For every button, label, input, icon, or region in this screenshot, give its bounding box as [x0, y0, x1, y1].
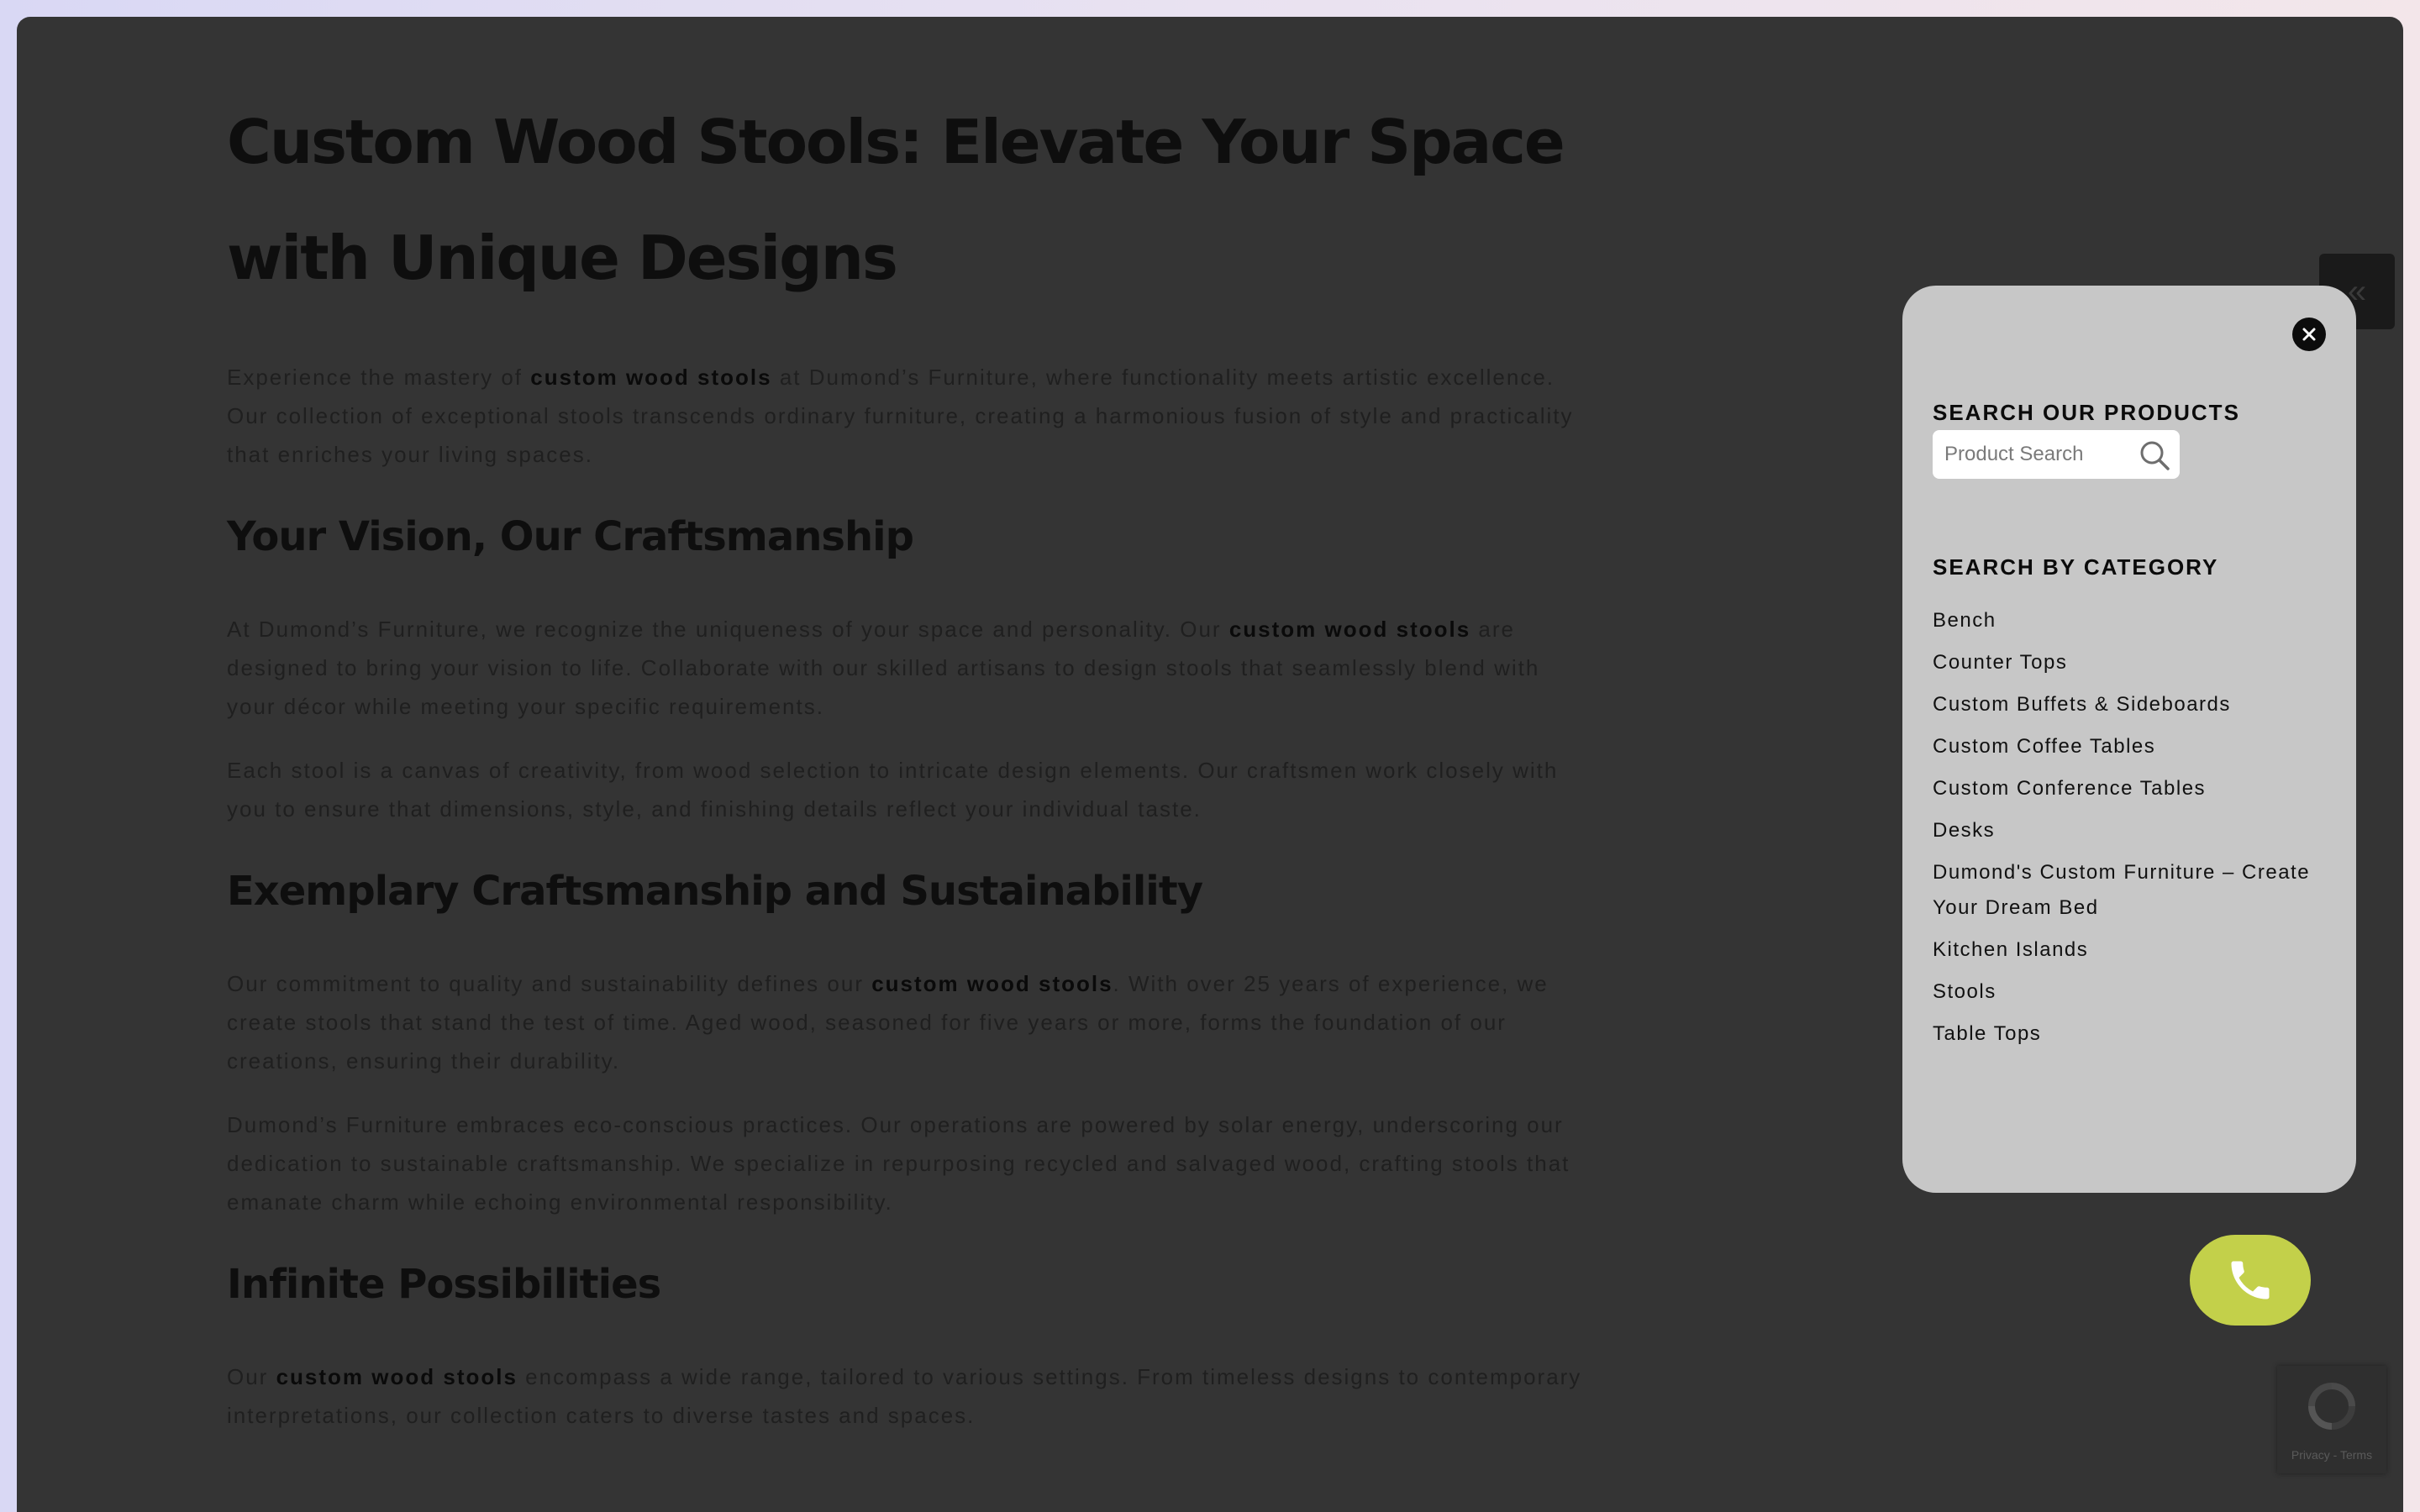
- product-search-box: [1933, 430, 2180, 479]
- intro-text: Experience the mastery of: [227, 365, 531, 390]
- possibilities-keyword: custom wood stools: [276, 1364, 518, 1389]
- search-panel: SEARCH OUR PRODUCTS SEARCH BY CATEGORY B…: [1902, 286, 2356, 1193]
- sustainability-paragraph-1: Our commitment to quality and sustainabi…: [227, 964, 1588, 1080]
- category-item-conference-tables[interactable]: Custom Conference Tables: [1933, 771, 2336, 806]
- search-category-heading: SEARCH BY CATEGORY: [1933, 554, 2219, 580]
- category-item-stools[interactable]: Stools: [1933, 974, 2336, 1010]
- recaptcha-badge[interactable]: Privacy - Terms: [2277, 1366, 2386, 1473]
- vision-keyword: custom wood stools: [1228, 617, 1471, 642]
- recaptcha-links[interactable]: Privacy - Terms: [2277, 1448, 2386, 1462]
- intro-keyword: custom wood stools: [530, 365, 772, 390]
- section-heading-vision: Your Vision, Our Craftsmanship: [227, 513, 914, 560]
- call-button[interactable]: [2190, 1235, 2311, 1326]
- intro-paragraph: Experience the mastery of custom wood st…: [227, 358, 1588, 474]
- category-item-buffets-sideboards[interactable]: Custom Buffets & Sideboards: [1933, 687, 2336, 722]
- category-item-bench[interactable]: Bench: [1933, 603, 2336, 638]
- section-heading-possibilities: Infinite Possibilities: [227, 1261, 661, 1308]
- category-item-dream-bed[interactable]: Dumond's Custom Furniture – Create Your …: [1933, 855, 2336, 926]
- vision-paragraph-1: At Dumond’s Furniture, we recognize the …: [227, 610, 1588, 726]
- page-title: Custom Wood Stools: Elevate Your Space w…: [227, 107, 1565, 293]
- category-item-counter-tops[interactable]: Counter Tops: [1933, 645, 2336, 680]
- possibilities-paragraph-1: Our custom wood stools encompass a wide …: [227, 1357, 1588, 1435]
- category-list: Bench Counter Tops Custom Buffets & Side…: [1933, 603, 2336, 1058]
- vision-text: At Dumond’s Furniture, we recognize the …: [227, 617, 1229, 642]
- article-content: Custom Wood Stools: Elevate Your Space w…: [227, 84, 1588, 1460]
- sustainability-paragraph-2: Dumond’s Furniture embraces eco-consciou…: [227, 1112, 1570, 1215]
- category-item-kitchen-islands[interactable]: Kitchen Islands: [1933, 932, 2336, 968]
- search-icon[interactable]: [2138, 438, 2171, 472]
- possibilities-text: Our: [227, 1364, 276, 1389]
- product-search-input[interactable]: [1944, 430, 2129, 479]
- category-item-desks[interactable]: Desks: [1933, 813, 2336, 848]
- close-icon: [2302, 328, 2316, 341]
- search-products-heading: SEARCH OUR PRODUCTS: [1933, 400, 2240, 425]
- sustainability-keyword: custom wood stools: [871, 971, 1113, 996]
- close-button[interactable]: [2292, 318, 2326, 351]
- category-item-coffee-tables[interactable]: Custom Coffee Tables: [1933, 729, 2336, 764]
- recaptcha-icon: [2308, 1383, 2355, 1430]
- section-heading-sustainability: Exemplary Craftsmanship and Sustainabili…: [227, 868, 1203, 915]
- sustainability-text: Our commitment to quality and sustainabi…: [227, 971, 872, 996]
- phone-icon: [2231, 1261, 2270, 1299]
- category-item-table-tops[interactable]: Table Tops: [1933, 1016, 2336, 1052]
- vision-paragraph-2: Each stool is a canvas of creativity, fr…: [227, 758, 1559, 822]
